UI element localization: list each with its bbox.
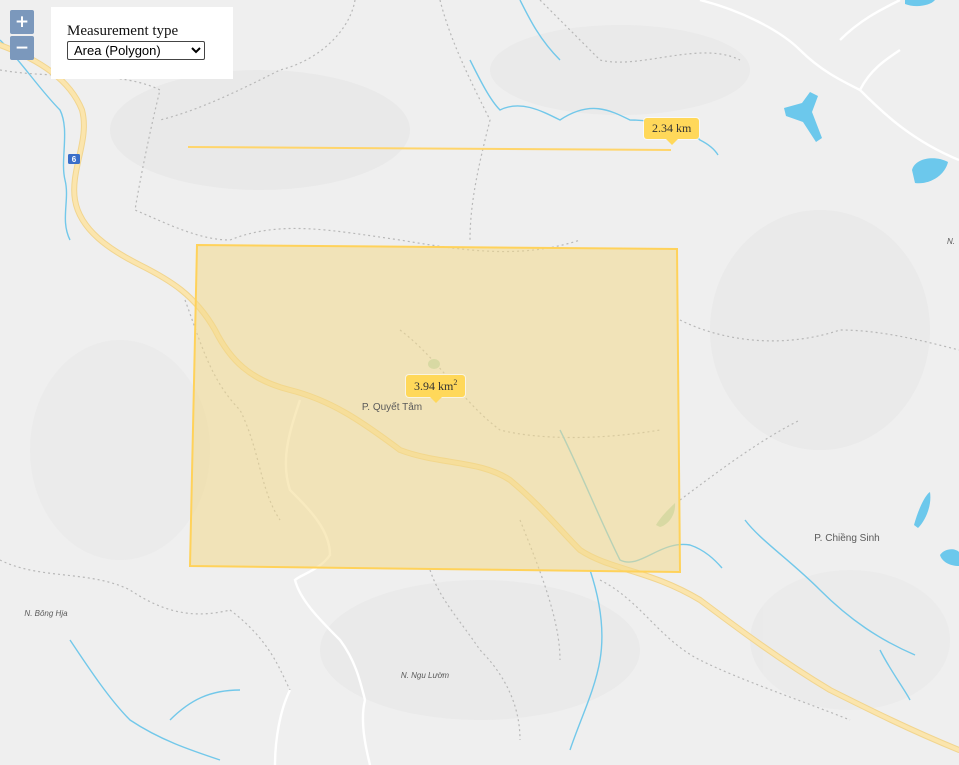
measurement-panel: Measurement type Length (LineString)Area… (51, 7, 233, 79)
area-unit-power: 2 (453, 378, 458, 387)
lake-east-shape (914, 492, 931, 528)
line-measure-value: 2.34 km (652, 121, 692, 135)
lake-top-shape (905, 0, 935, 7)
lake-edge-shape (940, 549, 959, 566)
place-label-ngu-luom: N. Ngu Lườm (401, 671, 449, 680)
place-label-bong-hja: N. Bông Hja (24, 609, 68, 618)
measure-polygon[interactable] (188, 243, 682, 574)
zoom-control: + − (10, 10, 36, 62)
area-measure-value: 3.94 km (414, 379, 454, 393)
map-canvas[interactable]: 6 P. Quyết Tâm P. Chiềng Sinh N. Bông Hj… (0, 0, 959, 765)
place-label-chieng-sinh: P. Chiềng Sinh (814, 532, 879, 544)
measurement-type-label: Measurement type (67, 23, 179, 39)
area-measure-tooltip: 3.94 km2 (406, 375, 466, 403)
road-shield-label: 6 (72, 155, 77, 164)
zoom-in-button[interactable]: + (10, 10, 34, 34)
line-measure-tooltip: 2.34 km (644, 118, 700, 145)
place-label-quyet-tam: P. Quyết Tâm (362, 401, 422, 413)
lake-shape (912, 158, 948, 184)
reservoir-shape (784, 92, 822, 142)
zoom-out-button[interactable]: − (10, 36, 34, 60)
measurement-type-select[interactable]: Length (LineString)Area (Polygon) (67, 41, 205, 60)
place-label-edge: N. (947, 237, 955, 246)
road-shield-6: 6 (68, 154, 80, 164)
